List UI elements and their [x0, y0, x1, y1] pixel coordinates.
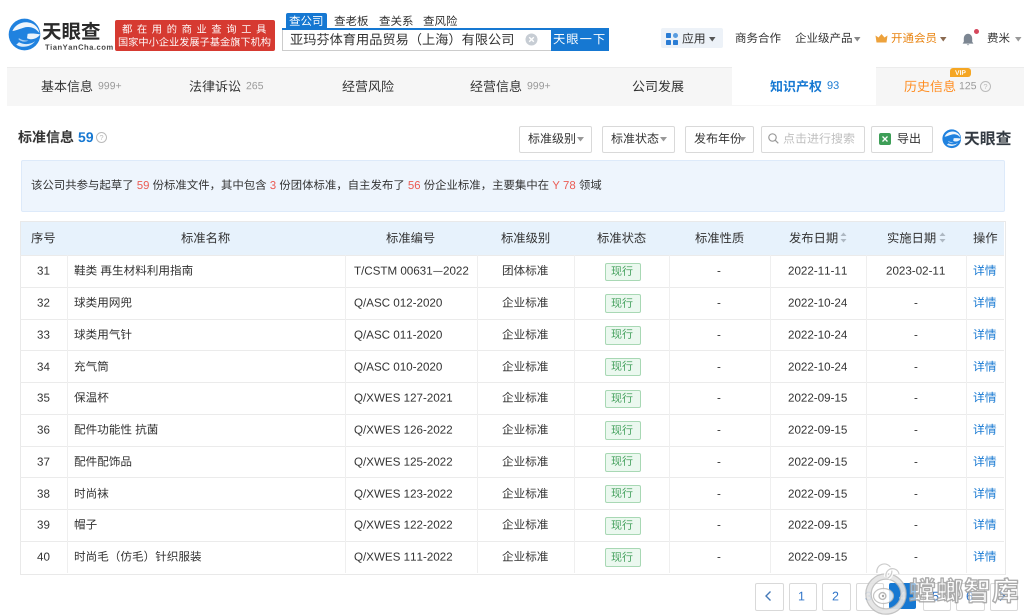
- svg-text:?: ?: [983, 82, 987, 91]
- svg-text:?: ?: [99, 133, 103, 142]
